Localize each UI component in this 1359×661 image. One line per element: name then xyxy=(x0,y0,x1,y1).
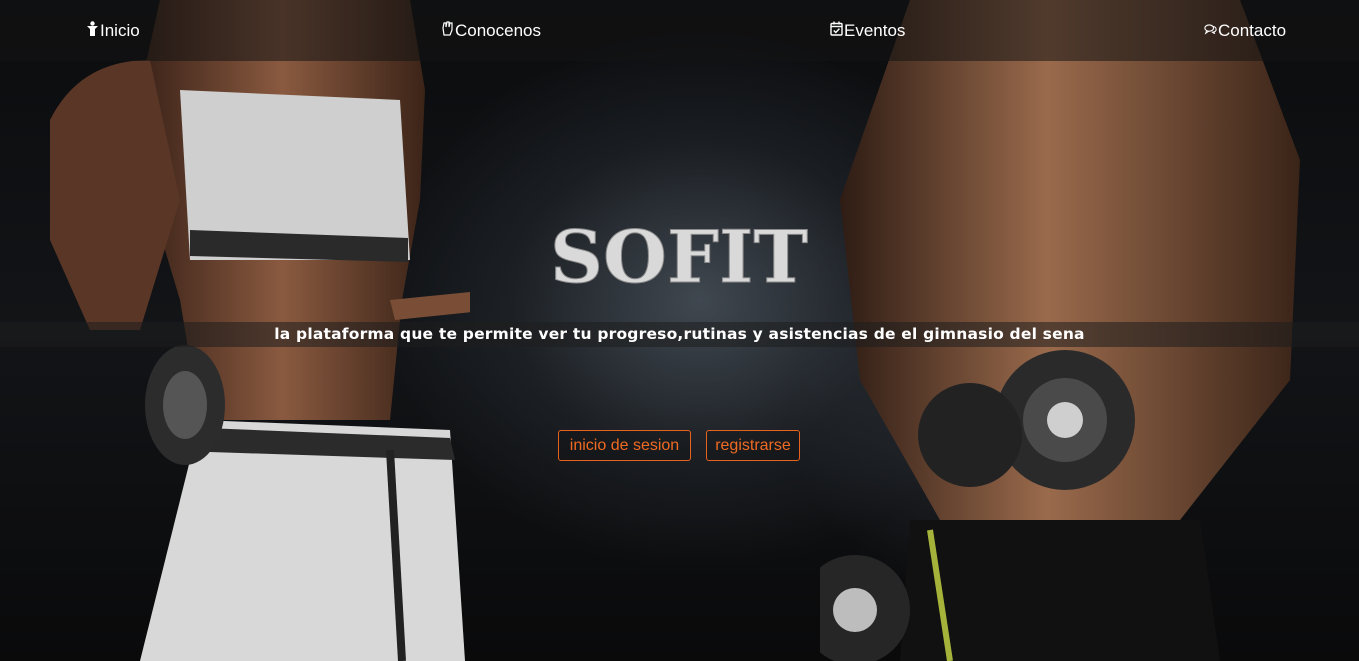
top-navigation: Inicio Conocenos Eventos Contacto xyxy=(0,0,1359,61)
logo-text: SOFIT xyxy=(550,218,808,294)
tagline-text: la plataforma que te permite ver tu prog… xyxy=(274,325,1085,343)
calendar-check-icon xyxy=(830,21,844,41)
chat-bubbles-icon xyxy=(1204,21,1218,41)
login-button[interactable]: inicio de sesion xyxy=(558,430,691,461)
nav-inicio-link[interactable]: Inicio xyxy=(86,19,140,43)
nav-contacto-label: Contacto xyxy=(1218,21,1287,40)
nav-inicio-label: Inicio xyxy=(100,21,140,40)
hero-section: Inicio Conocenos Eventos Contacto SOFIT … xyxy=(0,0,1359,661)
register-button[interactable]: registrarse xyxy=(706,430,800,461)
nav-contacto-link[interactable]: Contacto xyxy=(1204,19,1286,43)
nav-conocenos-link[interactable]: Conocenos xyxy=(441,19,541,43)
nav-eventos-label: Eventos xyxy=(844,21,906,40)
nav-eventos-link[interactable]: Eventos xyxy=(830,19,905,43)
sofit-logo: SOFIT xyxy=(550,218,809,294)
hand-icon xyxy=(441,21,455,41)
nav-conocenos-label: Conocenos xyxy=(455,21,542,40)
person-icon xyxy=(86,21,100,41)
